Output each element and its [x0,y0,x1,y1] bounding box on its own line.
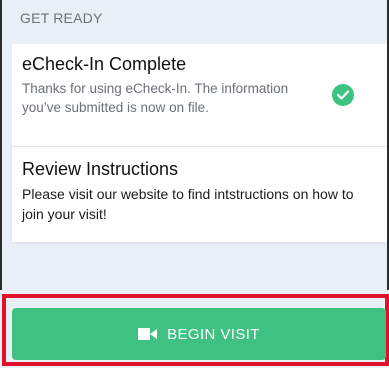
begin-visit-label: BEGIN VISIT [167,325,260,343]
video-camera-icon [138,328,158,340]
review-title: Review Instructions [22,159,179,179]
left-frame-border [0,0,2,290]
review-instructions-card: Review Instructions Please visit our web… [12,146,387,242]
check-circle-icon [332,84,354,106]
begin-visit-button[interactable]: BEGIN VISIT [12,308,386,360]
section-header-get-ready: GET READY [20,10,103,26]
checkin-body: Thanks for using eCheck-In. The informat… [22,81,289,115]
review-body: Please visit our website to find intstru… [22,186,354,222]
checkin-title: eCheck-In Complete [22,54,187,74]
checkin-complete-card: eCheck-In Complete Thanks for using eChe… [12,44,387,146]
